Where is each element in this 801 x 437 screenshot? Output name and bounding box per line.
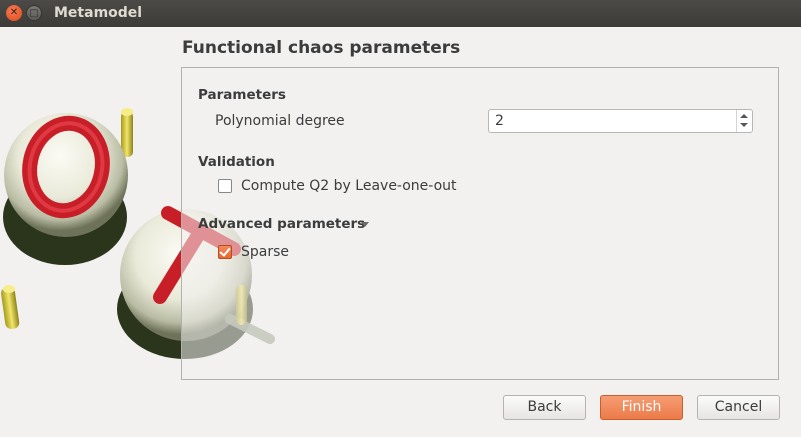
polynomial-degree-value[interactable]: 2 (495, 113, 504, 129)
leave-one-out-checkbox[interactable] (218, 179, 232, 193)
spinbox-arrows[interactable] (736, 110, 752, 132)
polynomial-degree-label: Polynomial degree (215, 113, 345, 129)
parameters-section-label: Parameters (198, 87, 286, 103)
sparse-label[interactable]: Sparse (241, 244, 289, 260)
parameters-panel: Parameters Polynomial degree 2 Validatio… (181, 67, 779, 380)
checkmark-icon (219, 245, 231, 257)
window-title: Metamodel (54, 5, 143, 21)
window-titlebar: ✕ □ Metamodel (0, 0, 801, 27)
wizard-page: Functional chaos parameters Parameters P… (0, 27, 801, 437)
spin-up-icon[interactable] (740, 114, 748, 118)
page-title: Functional chaos parameters (182, 38, 461, 58)
spin-down-icon[interactable] (740, 123, 748, 127)
back-button[interactable]: Back (503, 395, 586, 420)
finish-button[interactable]: Finish (600, 395, 683, 420)
polynomial-degree-spinbox[interactable]: 2 (488, 109, 753, 133)
sparse-checkbox[interactable] (218, 245, 232, 259)
close-icon[interactable]: ✕ (6, 5, 22, 21)
expander-arrow-icon[interactable] (361, 222, 369, 227)
leave-one-out-label[interactable]: Compute Q2 by Leave-one-out (241, 178, 457, 194)
advanced-parameters-expander[interactable]: Advanced parameters (198, 216, 365, 232)
validation-section-label: Validation (198, 154, 275, 170)
maximize-icon[interactable]: □ (26, 5, 42, 21)
cancel-button[interactable]: Cancel (697, 395, 780, 420)
